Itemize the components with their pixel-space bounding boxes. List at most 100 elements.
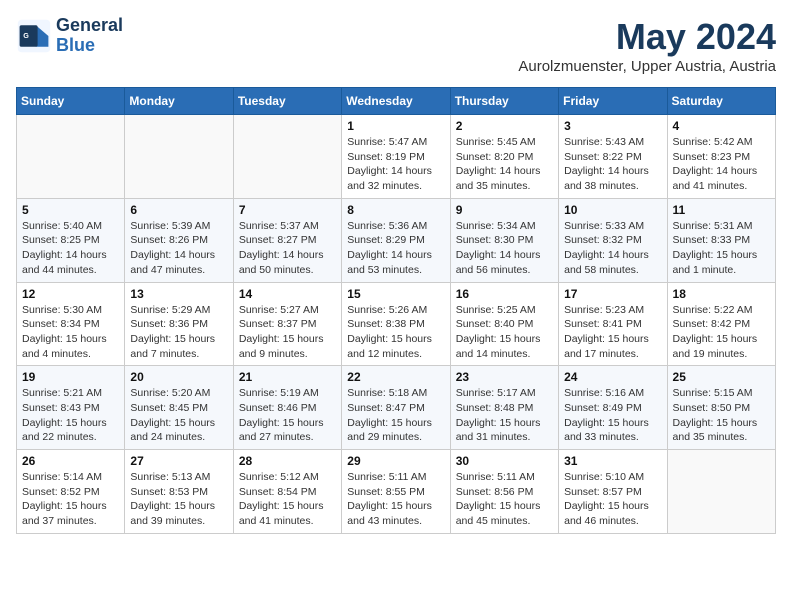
calendar-cell: 6 Sunrise: 5:39 AM Sunset: 8:26 PM Daylig… [125,198,233,282]
day-info: Sunrise: 5:45 AM Sunset: 8:20 PM Dayligh… [456,135,553,194]
day-number: 2 [456,119,553,133]
day-number: 5 [22,203,119,217]
day-number: 22 [347,370,444,384]
day-info: Sunrise: 5:42 AM Sunset: 8:23 PM Dayligh… [673,135,770,194]
calendar-cell: 7Sunrise: 5:37 AM Sunset: 8:27 PM Daylig… [233,198,341,282]
calendar-cell: 24Sunrise: 5:16 AM Sunset: 8:49 PM Dayli… [559,366,667,450]
day-info: Sunrise: 5:30 AM Sunset: 8:34 PM Dayligh… [22,303,119,362]
day-number: 21 [239,370,336,384]
calendar-cell: 29 Sunrise: 5:11 AM Sunset: 8:55 PM Dayli… [342,450,450,534]
calendar-cell: 9 Sunrise: 5:34 AM Sunset: 8:30 PM Daylig… [450,198,558,282]
day-info: Sunrise: 5:11 AM Sunset: 8:56 PM Dayligh… [456,470,553,529]
title-block: May 2024 Aurolzmuenster, Upper Austria, … [518,16,776,75]
calendar-cell: 16 Sunrise: 5:25 AM Sunset: 8:40 PM Dayli… [450,282,558,366]
day-number: 10 [564,203,661,217]
day-number: 23 [456,370,553,384]
day-number: 13 [130,287,227,301]
day-info: Sunrise: 5:43 AM Sunset: 8:22 PM Dayligh… [564,135,661,194]
calendar-cell [667,450,775,534]
day-info: Sunrise: 5:14 AM Sunset: 8:52 PM Dayligh… [22,470,119,529]
weekday-header-tuesday: Tuesday [233,88,341,115]
day-number: 6 [130,203,227,217]
logo-icon: G [16,18,52,54]
weekday-header-monday: Monday [125,88,233,115]
day-info: Sunrise: 5:47 AM Sunset: 8:19 PM Dayligh… [347,135,444,194]
day-info: Sunrise: 5:26 AM Sunset: 8:38 PM Dayligh… [347,303,444,362]
calendar-cell [233,115,341,199]
calendar-cell: 26 Sunrise: 5:14 AM Sunset: 8:52 PM Dayli… [17,450,125,534]
calendar-cell: 21 Sunrise: 5:19 AM Sunset: 8:46 PM Dayli… [233,366,341,450]
day-number: 1 [347,119,444,133]
day-info: Sunrise: 5:25 AM Sunset: 8:40 PM Dayligh… [456,303,553,362]
day-info: Sunrise: 5:21 AM Sunset: 8:43 PM Dayligh… [22,386,119,445]
day-info: Sunrise: 5:19 AM Sunset: 8:46 PM Dayligh… [239,386,336,445]
calendar-cell: 14 Sunrise: 5:27 AM Sunset: 8:37 PM Dayli… [233,282,341,366]
calendar-table: SundayMondayTuesdayWednesdayThursdayFrid… [16,87,776,534]
calendar-cell: 31Sunrise: 5:10 AM Sunset: 8:57 PM Dayli… [559,450,667,534]
calendar-header-row: SundayMondayTuesdayWednesdayThursdayFrid… [17,88,776,115]
day-info: Sunrise: 5:34 AM Sunset: 8:30 PM Dayligh… [456,219,553,278]
day-info: Sunrise: 5:39 AM Sunset: 8:26 PM Dayligh… [130,219,227,278]
day-info: Sunrise: 5:18 AM Sunset: 8:47 PM Dayligh… [347,386,444,445]
day-info: Sunrise: 5:15 AM Sunset: 8:50 PM Dayligh… [673,386,770,445]
calendar-cell: 4Sunrise: 5:42 AM Sunset: 8:23 PM Daylig… [667,115,775,199]
calendar-cell: 27 Sunrise: 5:13 AM Sunset: 8:53 PM Dayli… [125,450,233,534]
calendar-cell: 22 Sunrise: 5:18 AM Sunset: 8:47 PM Dayli… [342,366,450,450]
day-number: 8 [347,203,444,217]
day-number: 19 [22,370,119,384]
day-number: 31 [564,454,661,468]
calendar-week-row: 19 Sunrise: 5:21 AM Sunset: 8:43 PM Dayli… [17,366,776,450]
day-info: Sunrise: 5:20 AM Sunset: 8:45 PM Dayligh… [130,386,227,445]
day-number: 17 [564,287,661,301]
calendar-cell: 25Sunrise: 5:15 AM Sunset: 8:50 PM Dayli… [667,366,775,450]
calendar-cell: 17 Sunrise: 5:23 AM Sunset: 8:41 PM Dayli… [559,282,667,366]
calendar-cell: 23 Sunrise: 5:17 AM Sunset: 8:48 PM Dayli… [450,366,558,450]
day-info: Sunrise: 5:29 AM Sunset: 8:36 PM Dayligh… [130,303,227,362]
day-info: Sunrise: 5:40 AM Sunset: 8:25 PM Dayligh… [22,219,119,278]
svg-text:G: G [23,31,29,40]
day-number: 16 [456,287,553,301]
day-number: 26 [22,454,119,468]
day-number: 28 [239,454,336,468]
logo: G General Blue [16,16,123,56]
calendar-week-row: 5 Sunrise: 5:40 AM Sunset: 8:25 PM Daylig… [17,198,776,282]
day-number: 3 [564,119,661,133]
day-number: 9 [456,203,553,217]
day-info: Sunrise: 5:13 AM Sunset: 8:53 PM Dayligh… [130,470,227,529]
day-info: Sunrise: 5:36 AM Sunset: 8:29 PM Dayligh… [347,219,444,278]
day-info: Sunrise: 5:11 AM Sunset: 8:55 PM Dayligh… [347,470,444,529]
weekday-header-saturday: Saturday [667,88,775,115]
calendar-cell: 5 Sunrise: 5:40 AM Sunset: 8:25 PM Daylig… [17,198,125,282]
weekday-header-friday: Friday [559,88,667,115]
calendar-cell [17,115,125,199]
day-number: 7 [239,203,336,217]
calendar-cell: 11 Sunrise: 5:31 AM Sunset: 8:33 PM Dayli… [667,198,775,282]
day-number: 12 [22,287,119,301]
day-info: Sunrise: 5:23 AM Sunset: 8:41 PM Dayligh… [564,303,661,362]
calendar-cell: 28Sunrise: 5:12 AM Sunset: 8:54 PM Dayli… [233,450,341,534]
calendar-cell: 15 Sunrise: 5:26 AM Sunset: 8:38 PM Dayli… [342,282,450,366]
weekday-header-sunday: Sunday [17,88,125,115]
logo-text-general: General [56,16,123,36]
calendar-cell: 19 Sunrise: 5:21 AM Sunset: 8:43 PM Dayli… [17,366,125,450]
month-title: May 2024 [518,16,776,58]
day-number: 27 [130,454,227,468]
day-number: 11 [673,203,770,217]
day-info: Sunrise: 5:22 AM Sunset: 8:42 PM Dayligh… [673,303,770,362]
calendar-cell [125,115,233,199]
weekday-header-thursday: Thursday [450,88,558,115]
day-number: 15 [347,287,444,301]
day-number: 20 [130,370,227,384]
day-info: Sunrise: 5:17 AM Sunset: 8:48 PM Dayligh… [456,386,553,445]
logo-text-blue: Blue [56,36,123,56]
day-info: Sunrise: 5:27 AM Sunset: 8:37 PM Dayligh… [239,303,336,362]
day-number: 24 [564,370,661,384]
day-number: 18 [673,287,770,301]
day-number: 29 [347,454,444,468]
calendar-week-row: 1 Sunrise: 5:47 AM Sunset: 8:19 PM Daylig… [17,115,776,199]
day-info: Sunrise: 5:31 AM Sunset: 8:33 PM Dayligh… [673,219,770,278]
calendar-week-row: 12 Sunrise: 5:30 AM Sunset: 8:34 PM Dayli… [17,282,776,366]
page-header: G General Blue May 2024 Aurolzmuenster, … [16,16,776,75]
calendar-week-row: 26 Sunrise: 5:14 AM Sunset: 8:52 PM Dayli… [17,450,776,534]
day-number: 14 [239,287,336,301]
